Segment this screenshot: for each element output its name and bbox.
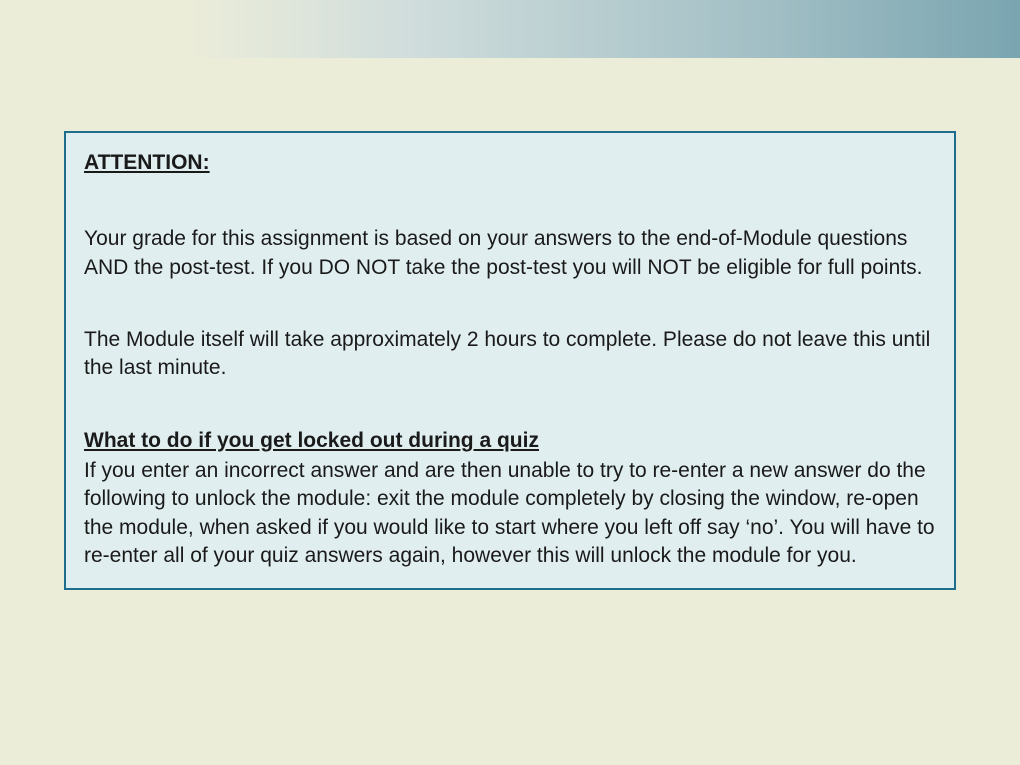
grade-info-paragraph: Your grade for this assignment is based … [84,225,936,282]
attention-title: ATTENTION: [84,149,936,177]
attention-notice-box: ATTENTION: Your grade for this assignmen… [64,131,956,590]
lockout-instructions-paragraph: If you enter an incorrect answer and are… [84,457,936,570]
lockout-subheading: What to do if you get locked out during … [84,427,936,455]
duration-info-paragraph: The Module itself will take approximatel… [84,326,936,383]
header-bar [0,0,1020,58]
